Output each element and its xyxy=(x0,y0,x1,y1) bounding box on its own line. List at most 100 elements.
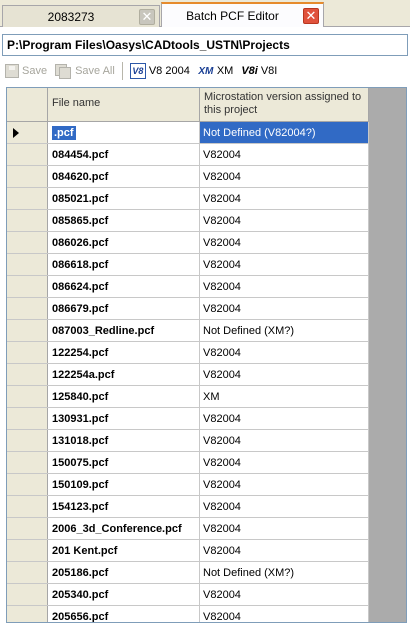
table-row[interactable]: 084454.pcf V82004 xyxy=(7,144,369,166)
file-name-cell[interactable]: .pcf xyxy=(48,122,200,143)
table-row[interactable]: 205656.pcf V82004 xyxy=(7,606,369,622)
row-header[interactable] xyxy=(7,496,48,517)
tab-2083273[interactable]: 2083273 ✕ xyxy=(2,5,160,27)
table-row[interactable]: 122254.pcf V82004 xyxy=(7,342,369,364)
pcf-grid[interactable]: File name Microstation version assigned … xyxy=(6,87,407,623)
save-button[interactable]: Save xyxy=(2,61,50,81)
file-name-cell[interactable]: 086679.pcf xyxy=(48,298,200,319)
file-name-cell[interactable]: 084454.pcf xyxy=(48,144,200,165)
version-cell[interactable]: V82004 xyxy=(200,342,369,363)
row-header[interactable] xyxy=(7,144,48,165)
version-cell[interactable]: V82004 xyxy=(200,496,369,517)
row-header[interactable] xyxy=(7,430,48,451)
table-row[interactable]: 086026.pcf V82004 xyxy=(7,232,369,254)
version-cell[interactable]: V82004 xyxy=(200,232,369,253)
file-name-cell[interactable]: 150075.pcf xyxy=(48,452,200,473)
table-row[interactable]: 087003_Redline.pcf Not Defined (XM?) xyxy=(7,320,369,342)
table-row[interactable]: 086679.pcf V82004 xyxy=(7,298,369,320)
file-name-cell[interactable]: 205186.pcf xyxy=(48,562,200,583)
version-cell[interactable]: V82004 xyxy=(200,408,369,429)
file-name-cell[interactable]: 084620.pcf xyxy=(48,166,200,187)
tab-batch-pcf-editor[interactable]: Batch PCF Editor ✕ xyxy=(161,2,324,27)
table-row[interactable]: 085021.pcf V82004 xyxy=(7,188,369,210)
table-row[interactable]: 084620.pcf V82004 xyxy=(7,166,369,188)
row-header[interactable] xyxy=(7,298,48,319)
v8-2004-button[interactable]: V8 V8 2004 xyxy=(127,61,193,81)
row-header[interactable] xyxy=(7,518,48,539)
table-row[interactable]: 131018.pcf V82004 xyxy=(7,430,369,452)
table-row[interactable]: 125840.pcf XM xyxy=(7,386,369,408)
column-header-file-name[interactable]: File name xyxy=(48,88,200,121)
version-cell[interactable]: V82004 xyxy=(200,584,369,605)
file-name-cell[interactable]: 125840.pcf xyxy=(48,386,200,407)
file-name-cell[interactable]: 2006_3d_Conference.pcf xyxy=(48,518,200,539)
version-cell[interactable]: V82004 xyxy=(200,144,369,165)
table-row[interactable]: 2006_3d_Conference.pcf V82004 xyxy=(7,518,369,540)
version-cell[interactable]: V82004 xyxy=(200,188,369,209)
table-row[interactable]: 150109.pcf V82004 xyxy=(7,474,369,496)
file-name-cell[interactable]: 154123.pcf xyxy=(48,496,200,517)
path-field[interactable]: P:\Program Files\Oasys\CADtools_USTN\Pro… xyxy=(2,34,408,56)
version-cell[interactable]: V82004 xyxy=(200,298,369,319)
version-cell[interactable]: V82004 xyxy=(200,430,369,451)
row-header[interactable] xyxy=(7,408,48,429)
save-all-button[interactable]: Save All xyxy=(52,61,118,81)
file-name-cell[interactable]: 131018.pcf xyxy=(48,430,200,451)
file-name-cell[interactable]: 087003_Redline.pcf xyxy=(48,320,200,341)
version-cell[interactable]: Not Defined (XM?) xyxy=(200,562,369,583)
file-name-cell[interactable]: 085021.pcf xyxy=(48,188,200,209)
version-cell[interactable]: XM xyxy=(200,386,369,407)
file-name-cell[interactable]: 205656.pcf xyxy=(48,606,200,622)
xm-button[interactable]: XM XM xyxy=(195,61,237,81)
row-header[interactable] xyxy=(7,210,48,231)
table-row[interactable]: 130931.pcf V82004 xyxy=(7,408,369,430)
row-header[interactable] xyxy=(7,606,48,622)
version-cell[interactable]: V82004 xyxy=(200,254,369,275)
table-row[interactable]: 086618.pcf V82004 xyxy=(7,254,369,276)
file-name-cell[interactable]: 122254.pcf xyxy=(48,342,200,363)
row-header[interactable] xyxy=(7,386,48,407)
version-cell[interactable]: Not Defined (XM?) xyxy=(200,320,369,341)
version-cell[interactable]: V82004 xyxy=(200,210,369,231)
row-header[interactable] xyxy=(7,320,48,341)
file-name-cell[interactable]: 086618.pcf xyxy=(48,254,200,275)
v8i-button[interactable]: V8i V8I xyxy=(238,61,280,81)
row-header[interactable] xyxy=(7,342,48,363)
close-icon[interactable]: ✕ xyxy=(139,8,155,25)
file-name-cell[interactable]: 201 Kent.pcf xyxy=(48,540,200,561)
version-cell[interactable]: V82004 xyxy=(200,364,369,385)
version-cell[interactable]: V82004 xyxy=(200,606,369,622)
table-row[interactable]: 122254a.pcf V82004 xyxy=(7,364,369,386)
row-header[interactable] xyxy=(7,122,48,143)
file-name-cell[interactable]: 086624.pcf xyxy=(48,276,200,297)
column-header-version[interactable]: Microstation version assigned to this pr… xyxy=(200,88,369,121)
table-row[interactable]: 085865.pcf V82004 xyxy=(7,210,369,232)
table-row[interactable]: 150075.pcf V82004 xyxy=(7,452,369,474)
file-name-cell[interactable]: 086026.pcf xyxy=(48,232,200,253)
table-row[interactable]: 154123.pcf V82004 xyxy=(7,496,369,518)
version-cell[interactable]: V82004 xyxy=(200,452,369,473)
file-name-cell[interactable]: 085865.pcf xyxy=(48,210,200,231)
version-cell[interactable]: V82004 xyxy=(200,276,369,297)
file-name-cell[interactable]: 122254a.pcf xyxy=(48,364,200,385)
table-row[interactable]: 205340.pcf V82004 xyxy=(7,584,369,606)
version-cell[interactable]: V82004 xyxy=(200,518,369,539)
table-row[interactable]: 201 Kent.pcf V82004 xyxy=(7,540,369,562)
version-cell[interactable]: V82004 xyxy=(200,540,369,561)
row-header[interactable] xyxy=(7,562,48,583)
table-row[interactable]: 205186.pcf Not Defined (XM?) xyxy=(7,562,369,584)
row-header[interactable] xyxy=(7,364,48,385)
table-row[interactable]: .pcf Not Defined (V82004?) xyxy=(7,122,369,144)
close-icon[interactable]: ✕ xyxy=(303,7,319,24)
row-header[interactable] xyxy=(7,540,48,561)
row-header[interactable] xyxy=(7,276,48,297)
version-cell[interactable]: V82004 xyxy=(200,474,369,495)
file-name-cell[interactable]: 150109.pcf xyxy=(48,474,200,495)
version-cell[interactable]: Not Defined (V82004?) xyxy=(200,122,369,143)
file-name-cell[interactable]: 205340.pcf xyxy=(48,584,200,605)
version-cell[interactable]: V82004 xyxy=(200,166,369,187)
row-header[interactable] xyxy=(7,188,48,209)
row-header[interactable] xyxy=(7,474,48,495)
row-header[interactable] xyxy=(7,232,48,253)
row-header[interactable] xyxy=(7,254,48,275)
